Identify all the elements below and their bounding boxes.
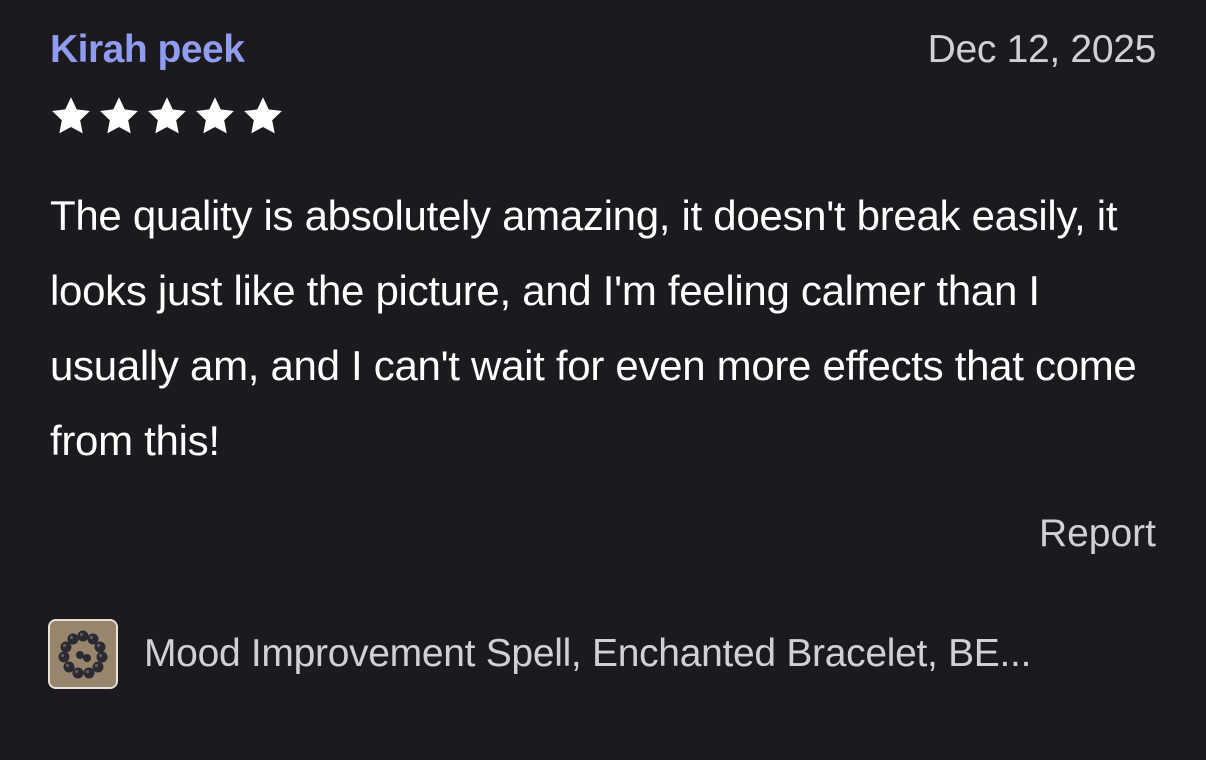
star-icon <box>48 94 94 138</box>
star-icon <box>192 94 238 138</box>
review-date: Dec 12, 2025 <box>927 28 1157 71</box>
review-text: The quality is absolutely amazing, it do… <box>50 192 1137 464</box>
star-icon <box>96 94 142 138</box>
star-rating <box>48 94 286 138</box>
reviewer-name-link[interactable]: Kirah peek <box>50 28 245 72</box>
product-link[interactable]: Mood Improvement Spell, Enchanted Bracel… <box>48 619 1031 689</box>
bracelet-thumbnail-icon <box>48 619 118 689</box>
star-icon <box>240 94 286 138</box>
star-icon <box>144 94 190 138</box>
product-title: Mood Improvement Spell, Enchanted Bracel… <box>144 632 1032 675</box>
report-button[interactable]: Report <box>1039 512 1156 556</box>
